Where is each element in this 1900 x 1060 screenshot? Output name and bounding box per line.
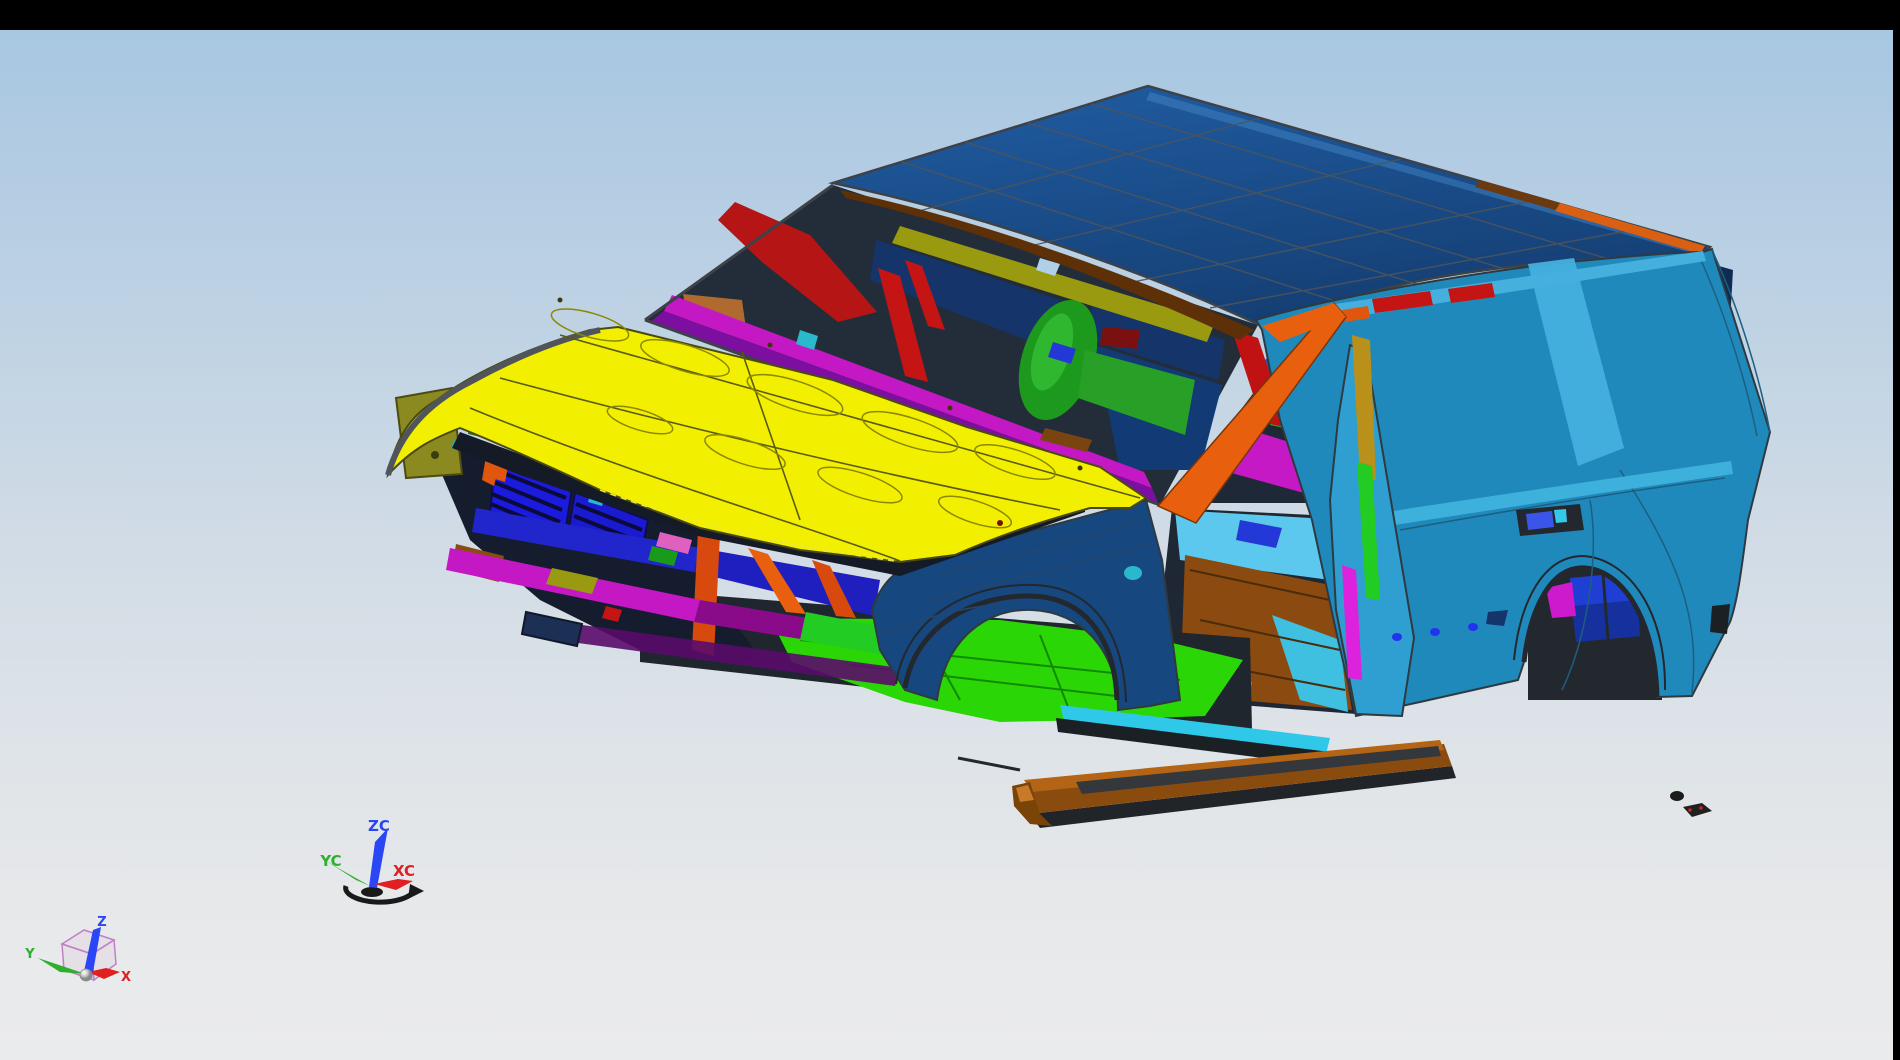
datum-x-label: X [121, 970, 131, 985]
wcs-x-label: XC [393, 862, 415, 880]
wcs-z-label: ZC [368, 817, 390, 835]
wcs-triad[interactable]: ZC YC XC [319, 817, 424, 902]
datum-csys[interactable]: Z Y X [24, 915, 131, 985]
wcs-z-axis [369, 828, 388, 888]
running-board[interactable] [958, 740, 1456, 828]
top-black-bar [0, 0, 1900, 30]
datum-y-label: Y [24, 947, 35, 962]
wcs-y-label: YC [319, 852, 341, 870]
fender-marker-cyan [1124, 566, 1142, 580]
datum-origin-ball [80, 969, 92, 981]
wcs-x-axis [374, 879, 413, 890]
datum-z-label: Z [97, 915, 106, 930]
model-canvas[interactable]: ZC YC XC Z Y X [0, 0, 1900, 1060]
right-black-bar [1893, 0, 1900, 1060]
front-spoiler-tab [522, 612, 582, 646]
sensor-rod [958, 758, 1020, 770]
cad-viewport[interactable]: ZC YC XC Z Y X [0, 0, 1900, 1060]
detached-small-parts[interactable] [1670, 791, 1712, 817]
